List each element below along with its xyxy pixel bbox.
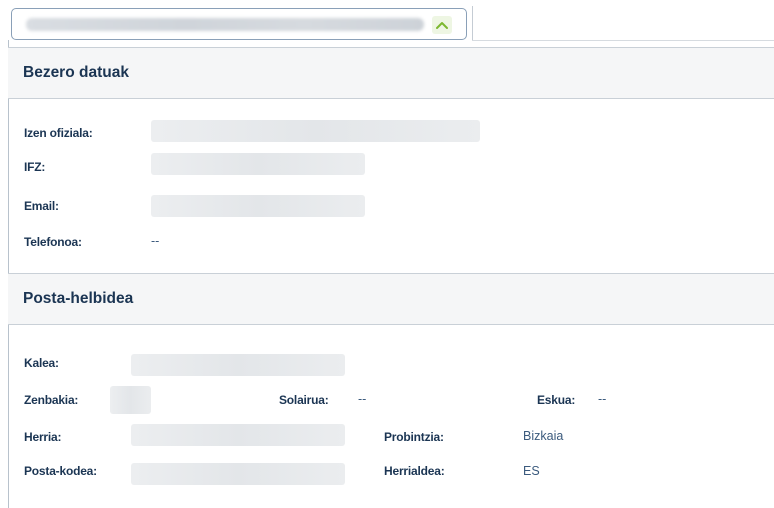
tax-id-label: IFZ: <box>24 160 46 174</box>
town-label: Herria: <box>24 430 62 444</box>
country-value: ES <box>523 464 540 478</box>
hand-label: Eskua: <box>537 393 576 407</box>
province-label: Probintzia: <box>384 430 444 444</box>
hand-value: -- <box>598 392 607 406</box>
phone-value: -- <box>151 234 160 248</box>
official-name-label: Izen ofiziala: <box>24 126 93 140</box>
number-value-redacted <box>110 386 151 414</box>
section-title: Posta-helbidea <box>23 290 134 307</box>
postal-address-header: Posta-helbidea <box>8 273 774 325</box>
tax-id-value-redacted <box>151 153 365 175</box>
postal-code-label: Posta-kodea: <box>24 464 97 478</box>
street-label: Kalea: <box>24 356 59 370</box>
official-name-value-redacted <box>151 120 480 142</box>
town-value-redacted <box>131 424 345 446</box>
floor-label: Solairua: <box>279 393 329 407</box>
email-label: Email: <box>24 199 59 213</box>
province-value: Bizkaia <box>523 429 564 443</box>
phone-label: Telefonoa: <box>24 235 82 249</box>
street-value-redacted <box>131 354 345 376</box>
selector-value-redacted <box>26 18 424 31</box>
divider <box>472 40 774 41</box>
account-selector[interactable] <box>11 8 467 40</box>
number-label: Zenbakia: <box>24 393 79 407</box>
country-label: Herrialdea: <box>384 464 445 478</box>
postal-code-value-redacted <box>131 463 345 485</box>
divider <box>472 6 473 40</box>
client-data-header: Bezero datuak <box>8 47 774 99</box>
email-value-redacted <box>151 195 365 217</box>
chevron-up-icon[interactable] <box>432 16 452 34</box>
section-title: Bezero datuak <box>23 64 129 81</box>
floor-value: -- <box>358 392 367 406</box>
